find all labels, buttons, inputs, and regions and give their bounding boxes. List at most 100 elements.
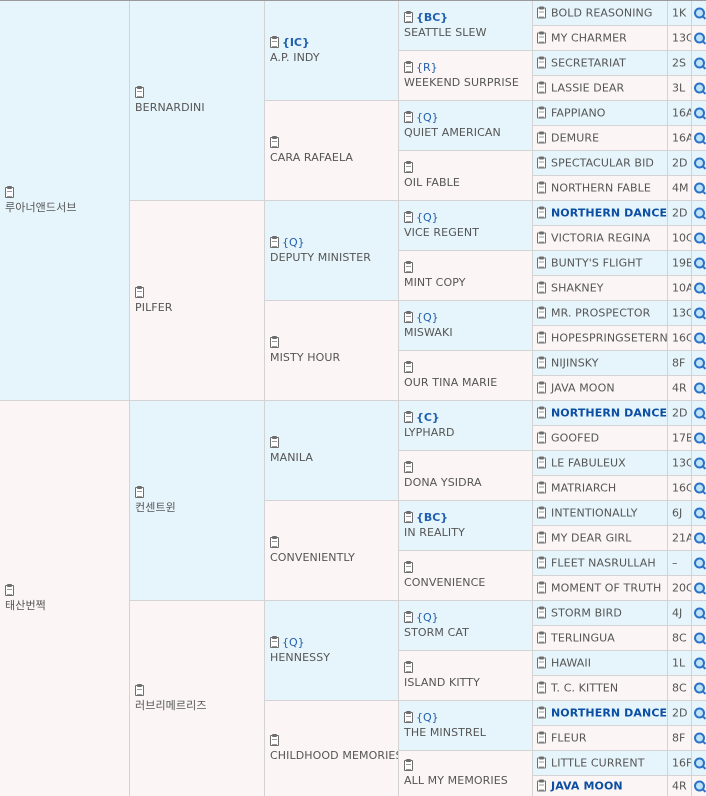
horse-name-link[interactable]: DEPUTY MINISTER: [270, 250, 371, 265]
search-icon[interactable]: [694, 57, 705, 69]
horse-name-link[interactable]: ISLAND KITTY: [404, 675, 480, 690]
clipboard-icon[interactable]: [537, 331, 546, 344]
search-icon[interactable]: [694, 232, 705, 244]
clipboard-icon[interactable]: [537, 656, 546, 669]
clipboard-icon[interactable]: [537, 631, 546, 644]
clipboard-icon[interactable]: [537, 206, 546, 219]
horse-name-link[interactable]: QUIET AMERICAN: [404, 125, 501, 140]
horse-name-link[interactable]: 태산번쩍: [5, 598, 46, 613]
clipboard-icon[interactable]: [537, 81, 546, 94]
search-icon[interactable]: [694, 257, 705, 269]
search-icon[interactable]: [694, 407, 705, 419]
search-icon[interactable]: [694, 557, 705, 569]
horse-name-link[interactable]: WEEKEND SURPRISE: [404, 75, 519, 90]
horse-name-link[interactable]: DEMURE: [551, 131, 599, 146]
clipboard-icon[interactable]: [270, 436, 279, 448]
clipboard-icon[interactable]: [537, 481, 546, 494]
horse-name-link[interactable]: SPECTACULAR BID: [551, 156, 654, 171]
horse-name-link[interactable]: 컨센트윈: [135, 500, 176, 515]
clipboard-icon[interactable]: [537, 681, 546, 694]
horse-name-link[interactable]: SHAKNEY: [551, 281, 604, 296]
search-icon[interactable]: [694, 7, 705, 19]
clipboard-icon[interactable]: [5, 186, 14, 198]
search-icon[interactable]: [694, 82, 705, 94]
horse-name-link[interactable]: T. C. KITTEN: [551, 681, 618, 696]
search-icon[interactable]: [694, 707, 705, 719]
clipboard-icon[interactable]: [404, 361, 413, 373]
horse-name-link[interactable]: OUR TINA MARIE: [404, 375, 497, 390]
clipboard-icon[interactable]: [537, 506, 546, 519]
clipboard-icon[interactable]: [404, 311, 413, 323]
horse-name-link[interactable]: THE MINSTREL: [404, 725, 486, 740]
horse-name-link[interactable]: NORTHERN FABLE: [551, 181, 651, 196]
clipboard-icon[interactable]: [404, 161, 413, 173]
horse-name-link[interactable]: IN REALITY: [404, 525, 465, 540]
horse-name-link[interactable]: JAVA MOON: [551, 381, 615, 396]
search-icon[interactable]: [694, 657, 705, 669]
horse-name-link[interactable]: OIL FABLE: [404, 175, 460, 190]
search-icon[interactable]: [694, 432, 705, 444]
horse-name-link[interactable]: LITTLE CURRENT: [551, 756, 645, 771]
search-icon[interactable]: [694, 157, 705, 169]
horse-name-link[interactable]: TERLINGUA: [551, 631, 615, 646]
clipboard-icon[interactable]: [135, 86, 144, 98]
horse-name-link[interactable]: CONVENIENCE: [404, 575, 485, 590]
clipboard-icon[interactable]: [537, 31, 546, 44]
clipboard-icon[interactable]: [537, 56, 546, 69]
horse-name-link[interactable]: CHILDHOOD MEMORIES: [270, 748, 398, 763]
clipboard-icon[interactable]: [537, 531, 546, 544]
horse-name-link[interactable]: STORM CAT: [404, 625, 469, 640]
horse-name-link[interactable]: MR. PROSPECTOR: [551, 306, 650, 321]
search-icon[interactable]: [694, 632, 705, 644]
search-icon[interactable]: [694, 307, 705, 319]
clipboard-icon[interactable]: [5, 584, 14, 596]
search-icon[interactable]: [694, 682, 705, 694]
horse-name-link[interactable]: FLEET NASRULLAH: [551, 556, 656, 571]
horse-name-link[interactable]: MISWAKI: [404, 325, 453, 340]
horse-name-link[interactable]: MOMENT OF TRUTH: [551, 581, 661, 596]
clipboard-icon[interactable]: [537, 406, 546, 419]
clipboard-icon[interactable]: [270, 734, 279, 746]
clipboard-icon[interactable]: [404, 261, 413, 273]
clipboard-icon[interactable]: [404, 461, 413, 473]
clipboard-icon[interactable]: [404, 711, 413, 723]
horse-name-link[interactable]: CARA RAFAELA: [270, 150, 353, 165]
clipboard-icon[interactable]: [537, 381, 546, 394]
horse-name-link[interactable]: 러브리메르리즈: [135, 698, 207, 713]
clipboard-icon[interactable]: [537, 231, 546, 244]
horse-name-link[interactable]: NORTHERN DANCER: [551, 706, 667, 721]
search-icon[interactable]: [694, 532, 705, 544]
clipboard-icon[interactable]: [404, 561, 413, 573]
clipboard-icon[interactable]: [404, 411, 413, 423]
clipboard-icon[interactable]: [270, 236, 279, 248]
horse-name-link[interactable]: LE FABULEUX: [551, 456, 626, 471]
clipboard-icon[interactable]: [537, 131, 546, 144]
horse-name-link[interactable]: A.P. INDY: [270, 50, 320, 65]
horse-name-link[interactable]: MINT COPY: [404, 275, 466, 290]
horse-name-link[interactable]: VICE REGENT: [404, 225, 479, 240]
clipboard-icon[interactable]: [270, 36, 279, 48]
horse-name-link[interactable]: INTENTIONALLY: [551, 506, 638, 521]
horse-name-link[interactable]: MY DEAR GIRL: [551, 531, 632, 546]
horse-name-link[interactable]: GOOFED: [551, 431, 599, 446]
clipboard-icon[interactable]: [404, 111, 413, 123]
clipboard-icon[interactable]: [404, 661, 413, 673]
horse-name-link[interactable]: STORM BIRD: [551, 606, 622, 621]
search-icon[interactable]: [694, 107, 705, 119]
search-icon[interactable]: [694, 207, 705, 219]
horse-name-link[interactable]: SEATTLE SLEW: [404, 25, 487, 40]
clipboard-icon[interactable]: [270, 336, 279, 348]
clipboard-icon[interactable]: [537, 356, 546, 369]
clipboard-icon[interactable]: [537, 456, 546, 469]
search-icon[interactable]: [694, 32, 705, 44]
search-icon[interactable]: [694, 132, 705, 144]
clipboard-icon[interactable]: [537, 581, 546, 594]
horse-name-link[interactable]: MISTY HOUR: [270, 350, 340, 365]
clipboard-icon[interactable]: [135, 486, 144, 498]
clipboard-icon[interactable]: [270, 536, 279, 548]
clipboard-icon[interactable]: [537, 779, 546, 792]
clipboard-icon[interactable]: [404, 511, 413, 523]
horse-name-link[interactable]: BERNARDINI: [135, 100, 205, 115]
search-icon[interactable]: [694, 182, 705, 194]
horse-name-link[interactable]: NORTHERN DANCER: [551, 206, 667, 221]
